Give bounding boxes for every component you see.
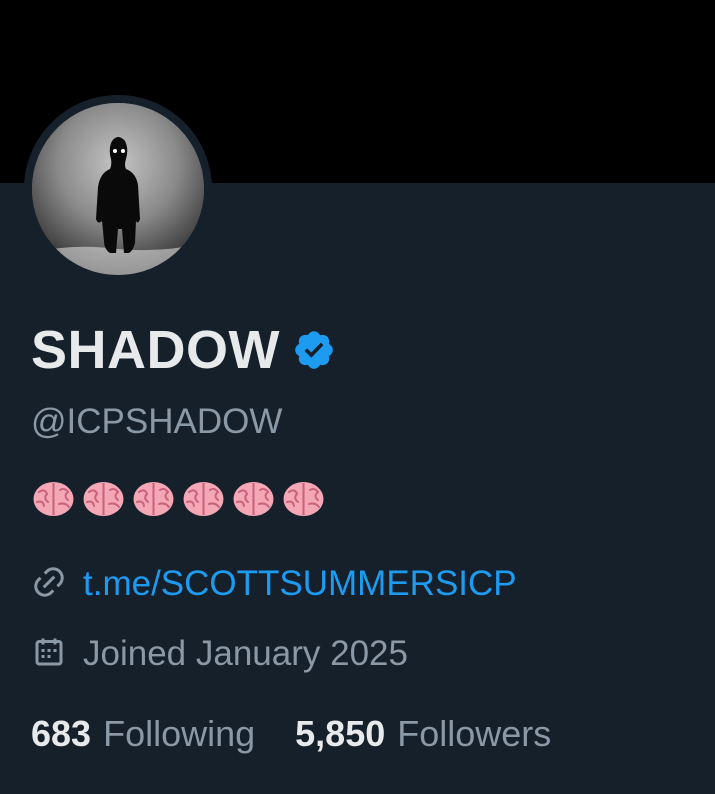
link-icon bbox=[31, 564, 83, 605]
name-row: SHADOW bbox=[31, 318, 336, 382]
brain-icon bbox=[281, 478, 326, 520]
brain-icon bbox=[81, 478, 126, 520]
brain-icon bbox=[131, 478, 176, 520]
following-label: Following bbox=[103, 713, 256, 754]
followers-stat[interactable]: 5,850 Followers bbox=[295, 712, 551, 756]
verified-badge-icon[interactable] bbox=[292, 328, 336, 372]
brain-icon bbox=[231, 478, 276, 520]
brain-icon bbox=[31, 478, 76, 520]
profile-link-row: t.me/SCOTTSUMMERSICP bbox=[31, 562, 517, 606]
calendar-icon bbox=[31, 634, 83, 675]
profile-page: SHADOW @ICPSHADOW t.me/SCOTTSUMMERSICP J… bbox=[0, 0, 715, 794]
brain-icon bbox=[181, 478, 226, 520]
followers-count: 5,850 bbox=[295, 713, 386, 754]
profile-stats: 683 Following 5,850 Followers bbox=[31, 712, 551, 756]
avatar-container[interactable] bbox=[24, 95, 212, 283]
following-count: 683 bbox=[31, 713, 92, 754]
profile-handle: @ICPSHADOW bbox=[31, 402, 283, 441]
profile-bio bbox=[31, 478, 326, 520]
avatar[interactable] bbox=[32, 103, 204, 275]
profile-joined-row: Joined January 2025 bbox=[31, 632, 408, 676]
following-stat[interactable]: 683 Following bbox=[31, 712, 255, 756]
joined-date: Joined January 2025 bbox=[83, 634, 408, 673]
followers-label: Followers bbox=[397, 713, 552, 754]
profile-website-link[interactable]: t.me/SCOTTSUMMERSICP bbox=[83, 562, 517, 606]
display-name: SHADOW bbox=[31, 320, 280, 380]
